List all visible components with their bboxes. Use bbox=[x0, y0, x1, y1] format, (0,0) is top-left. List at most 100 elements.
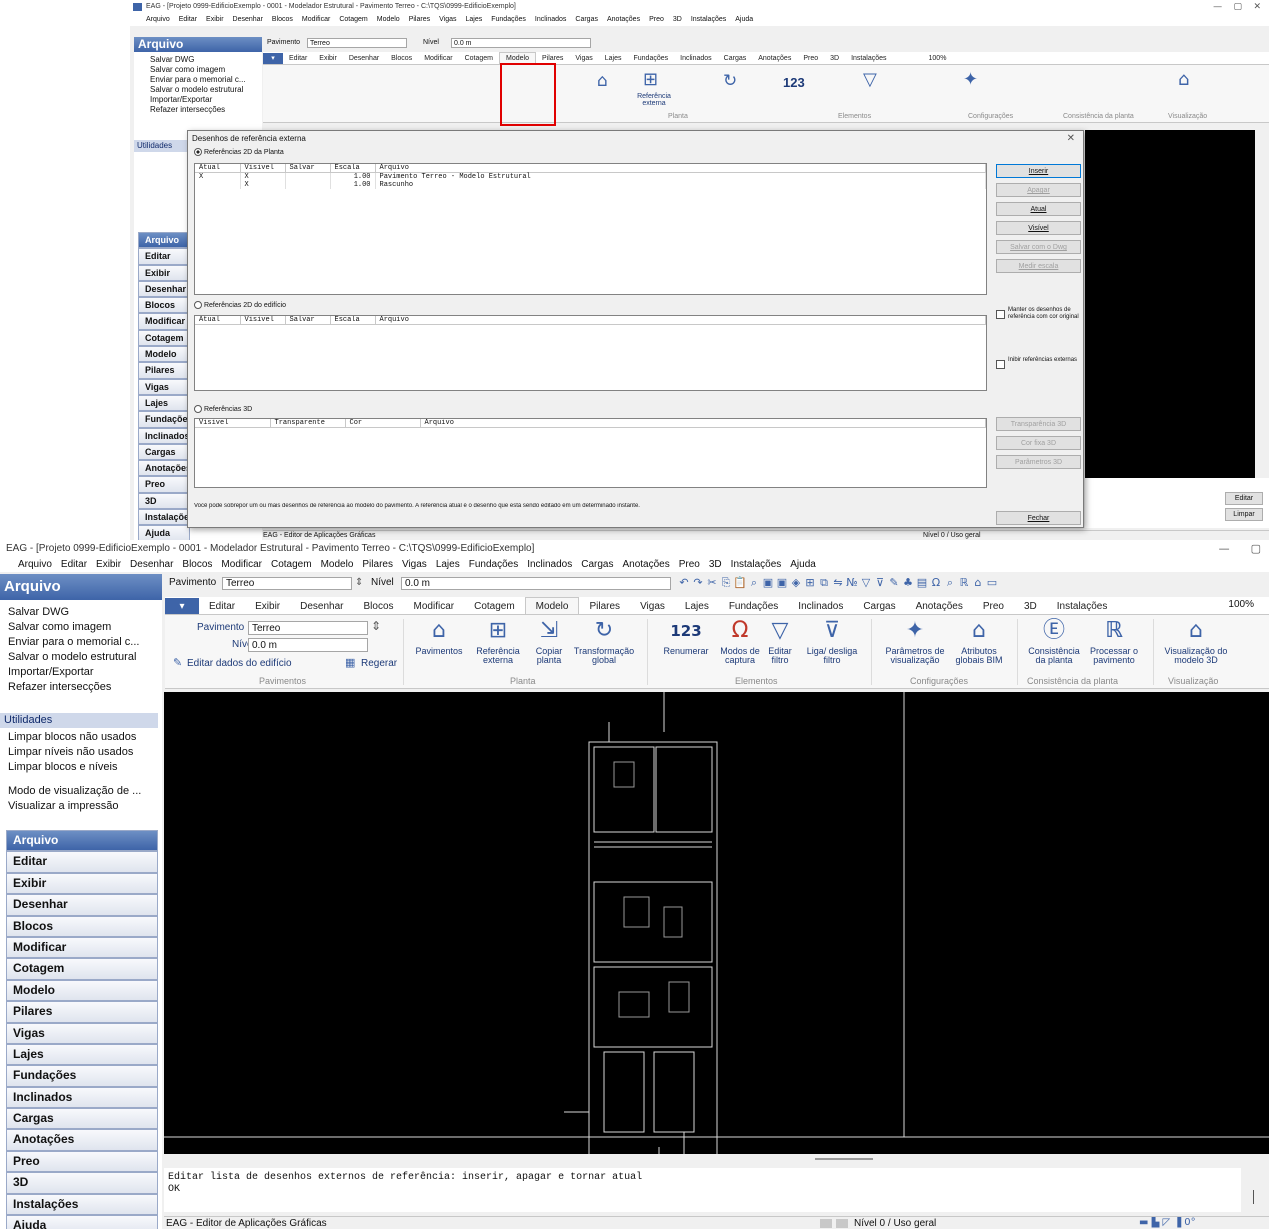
main-cat-8[interactable]: Pilares bbox=[6, 1001, 158, 1023]
main-cat-13[interactable]: Cargas bbox=[6, 1108, 158, 1130]
grid-3d[interactable]: Visivel Transparente Cor Arquivo bbox=[194, 418, 987, 488]
save-as-icon[interactable]: ▣ bbox=[775, 574, 789, 592]
radio-2d-building[interactable] bbox=[194, 301, 202, 309]
rb-modos[interactable]: Ω Modos de captura bbox=[717, 619, 763, 666]
copy-icon[interactable]: ⎘ bbox=[719, 574, 733, 592]
rb-visual[interactable]: ⌂ Visualização do modelo 3D bbox=[1159, 619, 1233, 666]
top-menu-18[interactable]: Ajuda bbox=[735, 14, 753, 26]
section-2d-plant[interactable]: Referências 2D da Planta bbox=[194, 148, 284, 156]
main-left-item-5[interactable]: Refazer intersecções bbox=[8, 680, 162, 695]
main-tab-menu-icon[interactable]: ▾ bbox=[165, 598, 199, 614]
head-2d-b-col-4[interactable]: Arquivo bbox=[375, 316, 986, 325]
top-cat-11[interactable]: Fundações bbox=[138, 411, 190, 428]
main-menu-15[interactable]: Preo bbox=[679, 557, 700, 572]
grid-2d-building[interactable]: Atual Visivel Salvar Escala Arquivo bbox=[194, 315, 987, 391]
top-cat-0[interactable]: Arquivo bbox=[138, 232, 190, 249]
main-tab-3[interactable]: Blocos bbox=[354, 598, 404, 614]
top-cat-15[interactable]: Preo bbox=[138, 476, 190, 493]
top-left-item-2[interactable]: Enviar para o memorial c... bbox=[150, 75, 262, 85]
dialog-3d-btn-0[interactable]: Transparência 3D bbox=[996, 417, 1081, 431]
main-cat-14[interactable]: Anotações bbox=[6, 1129, 158, 1151]
window-controls[interactable]: — ▢ ✕ bbox=[1213, 0, 1261, 14]
top-menu-11[interactable]: Fundações bbox=[491, 14, 526, 26]
top-left-item-4[interactable]: Importar/Exportar bbox=[150, 95, 262, 105]
main-cat-0[interactable]: Arquivo bbox=[6, 830, 158, 852]
top-cat-18[interactable]: Ajuda bbox=[138, 525, 190, 540]
view3d-icon[interactable]: ⌂ bbox=[971, 574, 985, 592]
top-cat-17[interactable]: Instalações bbox=[138, 509, 190, 526]
top-side-limpar[interactable]: Limpar bbox=[1225, 508, 1263, 521]
monitor-icon[interactable]: ▭ bbox=[985, 574, 999, 592]
rb-edit-building[interactable]: Editar dados do edifício bbox=[187, 658, 292, 669]
top-menu-12[interactable]: Inclinados bbox=[535, 14, 567, 26]
main-tab-7[interactable]: Pilares bbox=[579, 598, 630, 614]
top-cat-16[interactable]: 3D bbox=[138, 492, 190, 510]
top-tab-menu-icon[interactable]: ▾ bbox=[263, 53, 283, 64]
top-menu-14[interactable]: Anotações bbox=[607, 14, 640, 26]
rb-pav-spinner[interactable]: ⇕ bbox=[371, 619, 381, 633]
number-icon[interactable]: № bbox=[845, 574, 859, 592]
rb-param[interactable]: ✦ Parâmetros de visualização bbox=[877, 619, 953, 666]
dialog-close-button[interactable]: Fechar bbox=[996, 511, 1081, 525]
save-icon[interactable]: ▣ bbox=[761, 574, 775, 592]
rb-consist[interactable]: Ⓔ Consistência da planta bbox=[1023, 619, 1085, 666]
rb-processar[interactable]: ℝ Processar o pavimento bbox=[1085, 619, 1143, 666]
top-menu-16[interactable]: 3D bbox=[673, 14, 682, 26]
top-menu-13[interactable]: Cargas bbox=[575, 14, 598, 26]
main-menu-6[interactable]: Cotagem bbox=[271, 557, 312, 572]
main-menu-9[interactable]: Vigas bbox=[402, 557, 427, 572]
rb-atrib[interactable]: ⌂ Atributos globais BIM bbox=[953, 619, 1005, 666]
top-cat-1[interactable]: Editar bbox=[138, 248, 190, 265]
top-menu-5[interactable]: Modificar bbox=[302, 14, 330, 26]
rb-transf[interactable]: ↻ Transformação global bbox=[569, 619, 639, 666]
top-left-item-5[interactable]: Refazer intersecções bbox=[150, 105, 262, 115]
top-cat-12[interactable]: Inclinados bbox=[138, 427, 190, 444]
head-2d-col-0[interactable]: Atual bbox=[195, 164, 241, 173]
main-cat-10[interactable]: Lajes bbox=[6, 1043, 158, 1066]
undo-icon[interactable]: ↶ bbox=[677, 574, 691, 592]
main-cat-11[interactable]: Fundações bbox=[6, 1065, 158, 1087]
rb-pavimentos[interactable]: ⌂ Pavimentos bbox=[411, 619, 467, 656]
status-tool-icons[interactable]: ▬ ▙ ◸ ▐ 0° bbox=[1139, 1217, 1196, 1229]
zoom-icon[interactable]: ⌕ bbox=[943, 574, 957, 592]
dialog-3d-btn-1[interactable]: Cor fixa 3D bbox=[996, 436, 1081, 450]
main-cat-7[interactable]: Modelo bbox=[6, 979, 158, 1002]
process-icon[interactable]: ℝ bbox=[957, 574, 971, 592]
canvas-scroll-handle[interactable] bbox=[815, 1158, 873, 1160]
main-pav-spinner[interactable]: ⇕ bbox=[355, 574, 363, 592]
top-cat-10[interactable]: Lajes bbox=[138, 394, 190, 412]
head-2d-b-col-1[interactable]: Visivel bbox=[240, 316, 286, 325]
top-menu-0[interactable]: Arquivo bbox=[146, 14, 170, 26]
top-cat-9[interactable]: Vigas bbox=[138, 378, 190, 395]
main-tab-16[interactable]: Instalações bbox=[1047, 598, 1118, 614]
head-3d-col-3[interactable]: Arquivo bbox=[420, 419, 986, 428]
main-menu-7[interactable]: Modelo bbox=[321, 557, 354, 572]
filter-icon[interactable]: ▽ bbox=[859, 574, 873, 592]
rb-editar-filtro[interactable]: ▽ Editar filtro bbox=[763, 619, 797, 666]
dialog-btn-5[interactable]: Medir escala bbox=[996, 259, 1081, 273]
top-tab-15[interactable]: 3D bbox=[824, 53, 845, 64]
head-3d-col-0[interactable]: Visivel bbox=[195, 419, 271, 428]
top-nivel-combo[interactable]: 0.0 m bbox=[451, 38, 591, 48]
dialog-close-icon[interactable]: ✕ bbox=[1067, 133, 1075, 144]
main-tab-13[interactable]: Anotações bbox=[906, 598, 973, 614]
head-2d-col-3[interactable]: Escala bbox=[330, 164, 376, 173]
top-tab-10[interactable]: Fundações bbox=[628, 53, 675, 64]
main-util-item-0[interactable]: Limpar blocos não usados bbox=[8, 730, 136, 745]
main-tab-4[interactable]: Modificar bbox=[404, 598, 465, 614]
section-2d-building[interactable]: Referências 2D do edifício bbox=[194, 301, 286, 309]
rb-pav-combo[interactable]: Terreo bbox=[248, 621, 368, 635]
main-cat-12[interactable]: Inclinados bbox=[6, 1086, 158, 1109]
main-util-item-1[interactable]: Limpar níveis não usados bbox=[8, 745, 136, 760]
top-tab-1[interactable]: Exibir bbox=[313, 53, 343, 64]
top-tab-12[interactable]: Cargas bbox=[718, 53, 753, 64]
main-menu-16[interactable]: 3D bbox=[709, 557, 722, 572]
main-cat-9[interactable]: Vigas bbox=[6, 1022, 158, 1044]
main-util-item-2[interactable]: Limpar blocos e níveis bbox=[8, 760, 136, 775]
main-zoom-combo[interactable]: 100% bbox=[1214, 597, 1266, 613]
main-tab-8[interactable]: Vigas bbox=[630, 598, 675, 614]
rb-renumerar[interactable]: 123 Renumerar bbox=[655, 619, 717, 656]
top-menu-17[interactable]: Instalações bbox=[691, 14, 726, 26]
main-menu-5[interactable]: Modificar bbox=[221, 557, 262, 572]
main-left-item-2[interactable]: Enviar para o memorial c... bbox=[8, 635, 162, 650]
